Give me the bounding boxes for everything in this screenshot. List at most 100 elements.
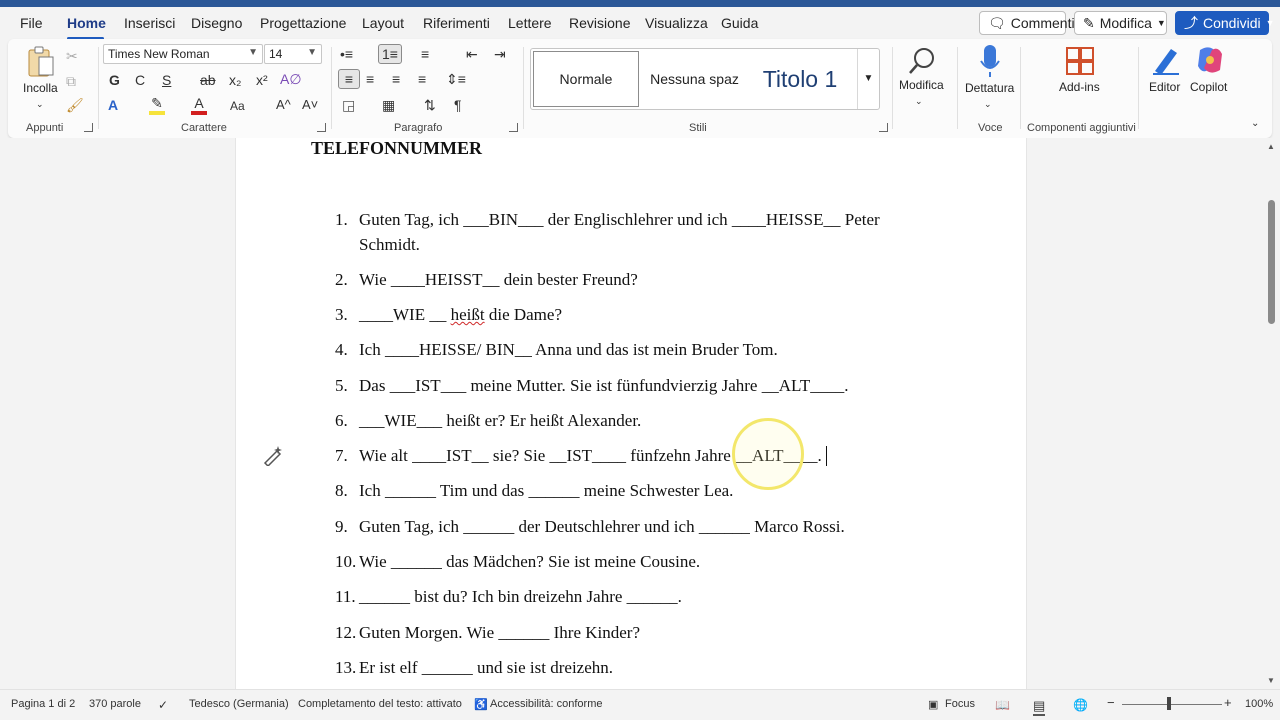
decrease-indent-icon[interactable]: ⇤ <box>466 45 478 63</box>
addins-icon[interactable] <box>1066 47 1094 75</box>
zoom-out-icon[interactable]: − <box>1107 695 1115 710</box>
collapse-ribbon-icon[interactable]: ⌄ <box>1251 115 1259 133</box>
paragraph-launcher-icon[interactable] <box>509 123 518 132</box>
comments-button[interactable]: 🗨 Commenti <box>979 11 1075 35</box>
tab-draw[interactable]: Disegno <box>191 15 242 31</box>
tab-layout[interactable]: Layout <box>362 15 404 31</box>
tab-review[interactable]: Revisione <box>569 15 630 31</box>
chevron-down-icon: ▼ <box>1265 18 1275 28</box>
focus-label[interactable]: Focus <box>945 698 975 710</box>
list-item-text: Guten Morgen. Wie ______ Ihre Kinder? <box>359 623 641 642</box>
vertical-scrollbar[interactable]: ▲ ▼ <box>1264 138 1280 689</box>
copilot-label[interactable]: Copilot <box>1190 80 1227 94</box>
copy-icon[interactable]: ⧉ <box>66 72 76 90</box>
styles-more-icon[interactable]: ▼ <box>857 49 879 109</box>
document-page[interactable]: TELEFONNUMMER 1. Guten Tag, ich ___BIN__… <box>235 138 1027 689</box>
styles-launcher-icon[interactable] <box>879 123 888 132</box>
edit-mode-button[interactable]: ✎ Modifica ▼ <box>1074 11 1167 35</box>
word-count[interactable]: 370 parole <box>89 698 141 710</box>
zoom-in-icon[interactable]: + <box>1224 695 1232 710</box>
proofing-icon[interactable]: ✓ <box>158 698 168 712</box>
tab-file[interactable]: File <box>20 15 43 31</box>
editor-label[interactable]: Editor <box>1149 80 1180 94</box>
tab-design[interactable]: Progettazione <box>260 15 346 31</box>
editing-label[interactable]: Modifica <box>899 78 944 92</box>
ai-rewrite-icon[interactable] <box>262 444 284 468</box>
clear-formatting-icon[interactable]: A∅ <box>280 70 302 88</box>
addins-label[interactable]: Add-ins <box>1059 80 1100 94</box>
read-mode-icon[interactable]: 📖 <box>995 698 1010 712</box>
show-formatting-icon[interactable]: ¶ <box>454 96 462 114</box>
share-button[interactable]: ⤴ Condividi ▼ <box>1175 11 1275 35</box>
font-launcher-icon[interactable] <box>317 123 326 132</box>
chevron-down-icon[interactable]: ⌄ <box>984 95 992 113</box>
font-name-select[interactable]: Times New Roman ▼ <box>103 44 263 64</box>
zoom-level[interactable]: 100% <box>1245 698 1273 710</box>
borders-icon[interactable]: ▦ <box>382 96 395 114</box>
italic-button[interactable]: C <box>135 71 145 89</box>
change-case-button[interactable]: Aa <box>230 97 245 115</box>
dictate-label[interactable]: Dettatura <box>965 81 1014 95</box>
tab-home[interactable]: Home <box>67 15 106 31</box>
tab-view[interactable]: Visualizza <box>645 15 708 31</box>
numbering-icon[interactable]: 1≡ <box>378 44 402 64</box>
style-no-spacing[interactable]: Nessuna spaz <box>641 51 748 107</box>
subscript-button[interactable]: x₂ <box>229 71 241 89</box>
zoom-slider-track[interactable] <box>1122 704 1222 705</box>
accessibility-status[interactable]: Accessibilità: conforme <box>490 698 603 710</box>
bullets-icon[interactable]: •≡ <box>340 45 353 63</box>
page-count[interactable]: Pagina 1 di 2 <box>11 698 75 710</box>
chevron-down-icon[interactable]: ⌄ <box>915 92 923 110</box>
bold-button[interactable]: G <box>109 71 120 89</box>
zoom-slider-thumb[interactable] <box>1167 697 1171 710</box>
superscript-button[interactable]: x² <box>256 71 268 89</box>
microphone-icon[interactable] <box>980 43 1000 79</box>
tab-mailings[interactable]: Lettere <box>508 15 552 31</box>
align-right-icon[interactable]: ≡ <box>392 70 400 88</box>
underline-button[interactable]: S <box>162 71 171 89</box>
shading-icon[interactable]: ◲ <box>342 96 355 114</box>
scrollbar-thumb[interactable] <box>1268 200 1275 324</box>
style-heading-1[interactable]: Titolo 1 <box>750 51 850 107</box>
editor-icon[interactable] <box>1151 45 1181 77</box>
justify-icon[interactable]: ≡ <box>418 70 426 88</box>
clipboard-launcher-icon[interactable] <box>84 123 93 132</box>
multilevel-list-icon[interactable]: ≡ <box>421 45 429 63</box>
font-size-select[interactable]: 14 ▼ <box>264 44 322 64</box>
font-color-icon[interactable]: A <box>191 96 207 115</box>
search-icon[interactable] <box>906 45 938 77</box>
line-spacing-icon[interactable]: ⇕≡ <box>446 70 466 88</box>
sort-icon[interactable]: ⇅ <box>424 96 436 114</box>
edit-mode-label: Modifica <box>1099 15 1152 31</box>
scroll-up-icon[interactable]: ▲ <box>1267 142 1275 151</box>
tab-insert[interactable]: Inserisci <box>124 15 175 31</box>
tab-references[interactable]: Riferimenti <box>423 15 490 31</box>
shrink-font-button[interactable]: A˅ <box>302 96 318 114</box>
chevron-down-icon[interactable]: ⌄ <box>36 95 44 113</box>
print-layout-icon[interactable]: ▤ <box>1033 698 1046 716</box>
align-center-icon[interactable]: ≡ <box>366 70 374 88</box>
cut-icon[interactable]: ✂ <box>66 47 78 65</box>
format-painter-icon[interactable]: 🖌 <box>66 96 84 114</box>
increase-indent-icon[interactable]: ⇥ <box>494 45 506 63</box>
grow-font-button[interactable]: A^ <box>276 96 291 114</box>
text-predictions-status[interactable]: Completamento del testo: attivato <box>298 698 462 710</box>
copilot-icon[interactable] <box>1194 44 1226 76</box>
paste-icon[interactable] <box>26 45 56 79</box>
align-left-icon[interactable]: ≡ <box>338 69 360 89</box>
scroll-down-icon[interactable]: ▼ <box>1267 676 1275 685</box>
web-layout-icon[interactable]: 🌐 <box>1073 698 1088 712</box>
strikethrough-button[interactable]: ab <box>200 71 216 89</box>
paste-label[interactable]: Incolla <box>23 81 58 95</box>
highlight-icon[interactable]: ✎ <box>149 96 165 115</box>
clipboard-group-label: Appunti <box>26 122 64 134</box>
text-effects-icon[interactable]: A <box>108 96 118 114</box>
style-normal[interactable]: Normale <box>533 51 639 107</box>
spelling-error-word[interactable]: heißt <box>451 305 485 324</box>
addins-group-label: Componenti aggiuntivi <box>1027 122 1136 134</box>
focus-icon[interactable]: ▣ <box>928 698 938 711</box>
language-status[interactable]: Tedesco (Germania) <box>189 698 289 710</box>
tab-help[interactable]: Guida <box>721 15 758 31</box>
document-heading: TELEFONNUMMER <box>311 138 482 158</box>
accessibility-icon[interactable]: ♿ <box>474 698 488 711</box>
